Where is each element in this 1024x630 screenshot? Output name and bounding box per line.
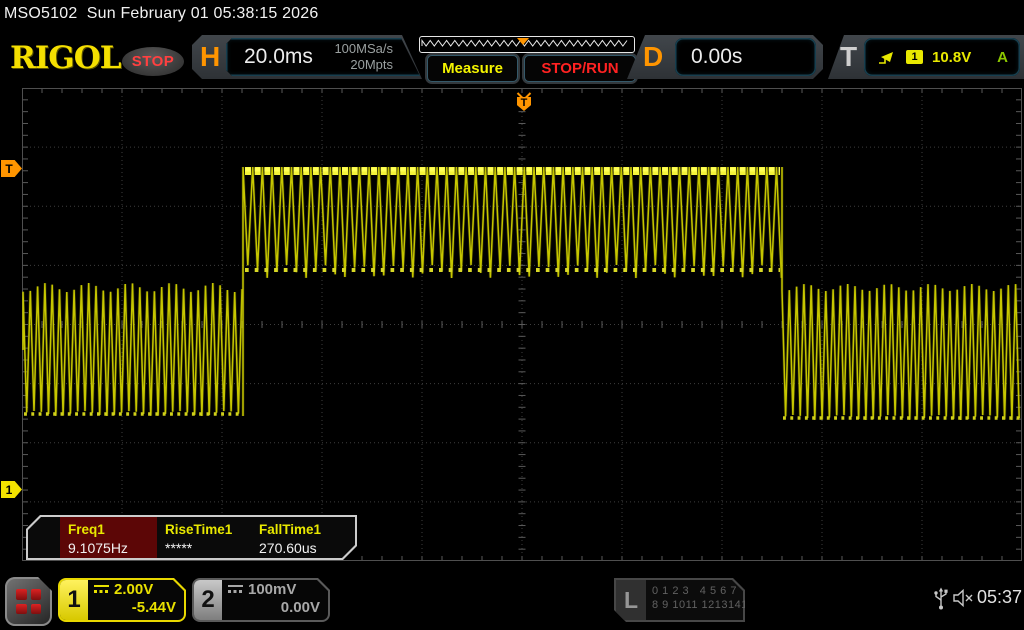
delay-label: D xyxy=(643,41,663,73)
trigger-position-marker[interactable]: T xyxy=(516,88,532,112)
timebase-scale: 20.0ms xyxy=(244,45,313,69)
measurement-risetime1[interactable]: RiseTime1 ***** xyxy=(165,517,232,558)
trigger-inner-box: 1 10.8V A xyxy=(864,38,1020,76)
measure-button[interactable]: Measure xyxy=(427,55,518,82)
channel2-scale: 100mV xyxy=(248,581,296,598)
trigger-edge-icon xyxy=(877,49,897,66)
menu-grid-icon xyxy=(16,589,41,614)
horizontal-inner-box: 20.0ms 100MSa/s20Mpts xyxy=(226,38,421,76)
channel2-number[interactable]: 2 xyxy=(194,580,222,620)
usb-icon xyxy=(933,587,949,611)
channel2-badge[interactable]: 2 100mV 0.00V xyxy=(192,578,330,622)
logic-analyzer-badge[interactable]: L 0 1 2 3 4 5 6 78 9 1011 12131415 xyxy=(614,578,745,622)
channel1-offset: -5.44V xyxy=(94,599,176,616)
channel1-ground-marker[interactable]: 1 xyxy=(1,481,22,498)
channel2-offset: 0.00V xyxy=(228,599,320,616)
measurement-freq1[interactable]: Freq1 9.1075Hz xyxy=(68,517,128,558)
measurement-panel-body: Freq1 9.1075Hz RiseTime1 ***** FallTime1… xyxy=(28,517,355,558)
dc-coupling-icon xyxy=(94,585,109,596)
waveform-memory-bar[interactable] xyxy=(419,36,635,53)
delay-inner-box: 0.00s xyxy=(675,38,816,76)
graticule xyxy=(22,88,1022,561)
logic-channel-numbers: 0 1 2 3 4 5 6 78 9 1011 12131415 xyxy=(652,584,755,612)
trigger-panel[interactable]: T 1 10.8V A xyxy=(828,35,1024,79)
trigger-label: T xyxy=(840,41,857,73)
clock: 05:37 xyxy=(977,587,1022,608)
model-and-datetime: MSO5102 Sun February 01 05:38:15 2026 xyxy=(4,5,318,23)
trigger-level-value: 10.8V xyxy=(932,49,971,66)
channel1-number[interactable]: 1 xyxy=(60,580,88,620)
trigger-source-badge: 1 xyxy=(906,50,923,64)
delay-value: 0.00s xyxy=(691,45,742,69)
horizontal-label: H xyxy=(200,41,220,73)
menu-grid-button[interactable] xyxy=(5,577,52,626)
measurement-panel[interactable]: Freq1 9.1075Hz RiseTime1 ***** FallTime1… xyxy=(26,515,357,560)
channel1-scale: 2.00V xyxy=(114,581,153,598)
trigger-mode-auto: A xyxy=(997,49,1020,66)
rigol-logo: RIGOL xyxy=(10,40,121,76)
horizontal-panel[interactable]: H 20.0ms 100MSa/s20Mpts xyxy=(192,35,424,79)
delay-panel[interactable]: D 0.00s xyxy=(627,35,823,79)
oscilloscope-screen: MSO5102 Sun February 01 05:38:15 2026 RI… xyxy=(0,0,1024,630)
stop-run-button[interactable]: STOP/RUN xyxy=(524,55,636,82)
sample-rate-depth: 100MSa/s20Mpts xyxy=(334,41,393,73)
channel1-badge[interactable]: 1 2.00V -5.44V xyxy=(58,578,186,622)
acquisition-status-badge: STOP xyxy=(122,47,184,76)
trigger-position-flag: T xyxy=(517,97,531,111)
trigger-level-marker[interactable]: T xyxy=(1,160,22,177)
dc-coupling-icon xyxy=(228,585,243,596)
logic-label: L xyxy=(616,580,646,620)
memory-position-marker[interactable] xyxy=(517,38,529,45)
measurement-falltime1[interactable]: FallTime1 270.60us xyxy=(259,517,321,558)
speaker-muted-icon[interactable] xyxy=(952,587,976,609)
